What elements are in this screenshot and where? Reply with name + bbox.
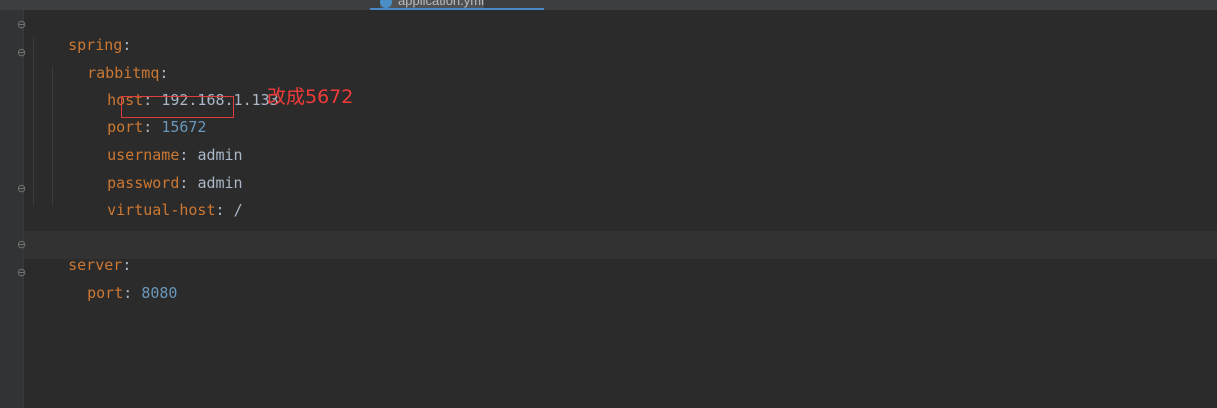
code-line-rabbitmq[interactable]: rabbitmq: (51, 43, 168, 82)
fold-end-icon[interactable]: ⊖ (17, 183, 28, 195)
yaml-file-icon (380, 0, 392, 8)
code-line-username[interactable]: username: admin (71, 125, 242, 164)
code-line-virtual-host[interactable]: virtual-host: / (71, 180, 242, 219)
annotation-text: 改成5672 (267, 86, 354, 108)
fold-open-icon[interactable]: ⊖ (17, 239, 28, 251)
gutter-divider (23, 10, 24, 408)
fold-end-icon[interactable]: ⊖ (17, 267, 28, 279)
active-tab-indicator (370, 8, 544, 10)
code-line-server[interactable]: server: (32, 235, 131, 274)
editor-tab-bar: application.yml (0, 0, 1217, 10)
code-line-server-port[interactable]: port: 8080 (51, 263, 177, 302)
editor-gutter (0, 10, 24, 408)
code-line-host[interactable]: host: 192.168.1.133 (71, 70, 279, 109)
annotation-highlight-box (121, 96, 234, 118)
code-line-password[interactable]: password: admin (71, 153, 242, 192)
fold-open-icon[interactable]: ⊖ (17, 47, 28, 59)
fold-open-icon[interactable]: ⊖ (17, 19, 28, 31)
code-editor[interactable]: application.yml ⊖ ⊖ ⊖ ⊖ ⊖ spring: rabbit… (0, 0, 1217, 408)
current-line-highlight (24, 231, 1217, 259)
code-line-spring[interactable]: spring: (32, 15, 131, 54)
